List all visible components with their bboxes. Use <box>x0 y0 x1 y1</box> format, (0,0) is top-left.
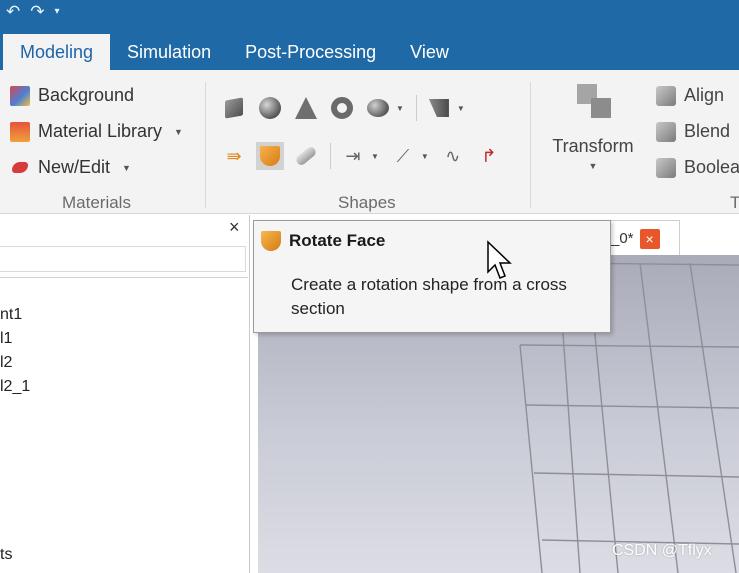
curve-tool-icon[interactable]: ⟋ <box>389 142 417 170</box>
tree-item[interactable]: l2 <box>0 354 12 372</box>
ribbon-tabs: Modeling Simulation Post-Processing View <box>0 34 466 70</box>
chevron-down-icon[interactable]: ▼ <box>396 104 404 113</box>
tooltip-title: Rotate Face <box>261 231 385 251</box>
align-icon <box>656 85 676 106</box>
shapes-row-2: ⇛ ⇥ ▼ ⟋ ▼ ∿ ↱ <box>220 142 511 170</box>
material-library-label: Material Library <box>38 121 163 141</box>
transform-group-label: T <box>730 193 739 212</box>
background-icon <box>10 85 30 106</box>
blend-button[interactable]: Blend <box>656 121 730 142</box>
transform-label: Transform <box>552 136 634 156</box>
blend-label: Blend <box>684 121 731 141</box>
document-tab-label: _0* <box>611 230 634 247</box>
close-icon[interactable]: × <box>639 228 660 249</box>
tab-modeling[interactable]: Modeling <box>3 34 111 70</box>
materials-group-label: Materials <box>62 193 131 212</box>
ribbon: Background Material Library ▼ New/Edit ▼… <box>0 70 739 214</box>
extrude-path-icon[interactable]: ⇥ <box>339 142 367 170</box>
redo-icon[interactable]: ↷ <box>30 3 44 21</box>
tree-search-input[interactable] <box>0 246 246 272</box>
tree-item[interactable]: ts <box>0 546 12 564</box>
material-library-icon <box>10 121 30 142</box>
boolean-label: Boolea <box>684 157 739 177</box>
boolean-button[interactable]: Boolea <box>656 157 739 178</box>
rotate-face-icon <box>261 231 281 251</box>
transform-icon <box>573 80 613 120</box>
tab-simulation[interactable]: Simulation <box>110 34 228 70</box>
wedge-icon[interactable] <box>425 94 453 122</box>
group-divider <box>530 82 531 208</box>
extrude-face-icon[interactable]: ⇛ <box>220 142 248 170</box>
mouse-cursor-icon <box>487 240 512 279</box>
torus-icon[interactable] <box>328 94 356 122</box>
divider <box>415 95 417 121</box>
document-tab[interactable]: _0* × <box>600 220 680 256</box>
background-label: Background <box>38 85 135 105</box>
new-edit-button[interactable]: New/Edit ▼ <box>10 157 131 178</box>
blend-icon <box>656 121 676 142</box>
bond-wire-icon[interactable]: ↱ <box>475 142 503 170</box>
customize-qat-icon[interactable]: ▾ <box>55 3 60 21</box>
background-button[interactable]: Background <box>10 85 134 106</box>
tooltip-title-text: Rotate Face <box>289 231 386 250</box>
boolean-icon <box>656 157 676 178</box>
group-divider <box>205 82 206 208</box>
chevron-down-icon[interactable]: ▼ <box>421 152 429 161</box>
quick-access-toolbar: ↶ ↷ ▾ <box>0 0 60 24</box>
tab-view[interactable]: View <box>393 34 466 70</box>
chevron-down-icon[interactable]: ▼ <box>371 152 379 161</box>
undo-icon[interactable]: ↶ <box>6 3 20 21</box>
tooltip-description: Create a rotation shape from a cross sec… <box>291 275 567 318</box>
rotate-face-icon[interactable] <box>256 142 284 170</box>
shapes-group-label: Shapes <box>338 193 396 212</box>
chevron-down-icon: ▼ <box>588 161 598 171</box>
material-library-button[interactable]: Material Library ▼ <box>10 121 183 142</box>
align-label: Align <box>684 85 725 105</box>
new-material-icon <box>12 162 28 173</box>
transform-button[interactable]: Transform ▼ <box>545 80 641 171</box>
cone-icon[interactable] <box>292 94 320 122</box>
align-button[interactable]: Align <box>656 85 724 106</box>
shapes-row-1: ▼ ▼ <box>220 94 475 122</box>
sphere-icon[interactable] <box>256 94 284 122</box>
close-icon[interactable]: × <box>229 217 240 238</box>
chevron-down-icon: ▼ <box>122 162 131 173</box>
tree-item[interactable]: l2_1 <box>0 378 30 396</box>
ellipsoid-icon[interactable] <box>364 94 392 122</box>
spline-icon[interactable]: ∿ <box>439 142 467 170</box>
new-edit-label: New/Edit <box>38 157 111 177</box>
navigation-tree-panel: × nt1 l1 l2 l2_1 ts <box>0 215 250 573</box>
divider <box>330 143 331 169</box>
chevron-down-icon[interactable]: ▼ <box>457 104 465 113</box>
tree-item[interactable]: l1 <box>0 330 12 348</box>
rotate-face-tooltip: Rotate Face Create a rotation shape from… <box>253 220 611 333</box>
tree-item[interactable]: nt1 <box>0 306 22 324</box>
tab-post-processing[interactable]: Post-Processing <box>228 34 393 70</box>
tree-view: nt1 l1 l2 l2_1 ts <box>0 277 248 573</box>
title-bar: ↶ ↷ ▾ Modeling Simulation Post-Processin… <box>0 0 739 70</box>
watermark: CSDN @Tflyx <box>612 542 712 559</box>
chevron-down-icon: ▼ <box>174 126 183 137</box>
loft-icon[interactable] <box>292 142 320 170</box>
box-icon[interactable] <box>220 94 248 122</box>
